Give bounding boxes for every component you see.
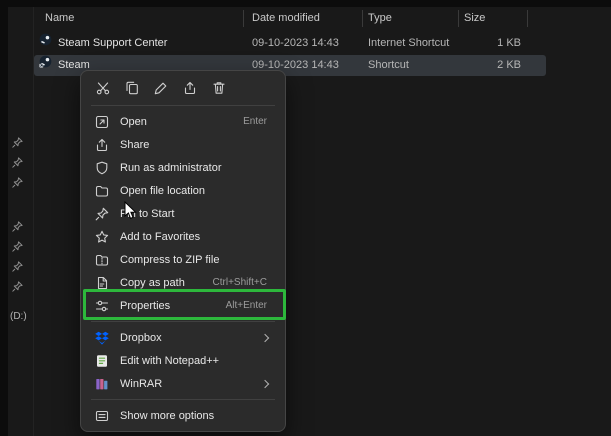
menu-item-open-file-location[interactable]: Open file location bbox=[81, 179, 285, 202]
notepad-plus-plus-icon bbox=[94, 353, 110, 369]
column-header-row: Name Date modified Type Size bbox=[34, 8, 611, 29]
column-header-name[interactable]: Name bbox=[45, 8, 74, 29]
document-path-icon bbox=[94, 275, 110, 291]
context-menu-quick-actions bbox=[81, 75, 285, 101]
menu-item-shortcut: Ctrl+Shift+C bbox=[213, 277, 267, 288]
column-separator[interactable] bbox=[527, 10, 528, 27]
menu-item-label: Dropbox bbox=[120, 332, 162, 344]
sidebar-drive-label[interactable]: (D:) bbox=[10, 311, 27, 322]
column-separator[interactable] bbox=[243, 10, 244, 27]
menu-item-dropbox[interactable]: Dropbox bbox=[81, 326, 285, 349]
sidebar-pin-icon[interactable] bbox=[11, 156, 24, 169]
menu-item-show-more-options[interactable]: Show more options bbox=[81, 404, 285, 427]
menu-item-label: Copy as path bbox=[120, 277, 185, 289]
more-options-icon bbox=[94, 408, 110, 424]
copy-icon[interactable] bbox=[124, 80, 140, 96]
zip-folder-icon bbox=[94, 252, 110, 268]
menu-item-label: Add to Favorites bbox=[120, 231, 200, 243]
menu-separator bbox=[91, 105, 275, 106]
sliders-icon bbox=[94, 298, 110, 314]
menu-item-compress-to-zip[interactable]: Compress to ZIP file bbox=[81, 248, 285, 271]
menu-item-shortcut: Alt+Enter bbox=[226, 300, 267, 311]
window-left-edge bbox=[0, 0, 8, 436]
menu-item-label: Properties bbox=[120, 300, 170, 312]
submenu-chevron-icon bbox=[261, 333, 269, 341]
menu-item-label: Open bbox=[120, 116, 147, 128]
submenu-chevron-icon bbox=[261, 379, 269, 387]
sidebar-pin-icon[interactable] bbox=[11, 240, 24, 253]
cut-icon[interactable] bbox=[95, 80, 111, 96]
menu-item-label: Show more options bbox=[120, 410, 214, 422]
menu-item-run-as-administrator[interactable]: Run as administrator bbox=[81, 156, 285, 179]
menu-item-label: Pin to Start bbox=[120, 208, 174, 220]
steam-file-icon bbox=[39, 33, 52, 46]
column-separator[interactable] bbox=[458, 10, 459, 27]
menu-separator bbox=[91, 321, 275, 322]
column-header-type[interactable]: Type bbox=[368, 8, 392, 29]
share-icon[interactable] bbox=[182, 80, 198, 96]
context-menu: Open Enter Share Run as administrator Op… bbox=[80, 70, 286, 432]
rename-icon[interactable] bbox=[153, 80, 169, 96]
shield-icon bbox=[94, 160, 110, 176]
sidebar-pin-icon[interactable] bbox=[11, 220, 24, 233]
delete-icon[interactable] bbox=[211, 80, 227, 96]
menu-item-pin-to-start[interactable]: Pin to Start bbox=[81, 202, 285, 225]
dropbox-icon bbox=[94, 330, 110, 346]
column-header-date-modified[interactable]: Date modified bbox=[252, 8, 320, 29]
file-type: Shortcut bbox=[368, 55, 409, 76]
column-separator[interactable] bbox=[362, 10, 363, 27]
menu-separator bbox=[91, 399, 275, 400]
menu-item-label: Compress to ZIP file bbox=[120, 254, 219, 266]
file-type: Internet Shortcut bbox=[368, 33, 449, 54]
sidebar-pin-icon[interactable] bbox=[11, 260, 24, 273]
folder-icon bbox=[94, 183, 110, 199]
pin-icon bbox=[94, 206, 110, 222]
menu-item-label: WinRAR bbox=[120, 378, 162, 390]
star-icon bbox=[94, 229, 110, 245]
menu-item-share[interactable]: Share bbox=[81, 133, 285, 156]
window-top-edge bbox=[0, 0, 611, 7]
menu-item-copy-as-path[interactable]: Copy as path Ctrl+Shift+C bbox=[81, 271, 285, 294]
steam-shortcut-icon bbox=[39, 55, 52, 68]
menu-item-label: Edit with Notepad++ bbox=[120, 355, 219, 367]
file-date-modified: 09-10-2023 14:43 bbox=[252, 33, 339, 54]
file-size: 1 KB bbox=[444, 33, 521, 54]
menu-item-shortcut: Enter bbox=[243, 116, 267, 127]
menu-item-label: Share bbox=[120, 139, 149, 151]
menu-item-label: Run as administrator bbox=[120, 162, 222, 174]
column-header-size[interactable]: Size bbox=[464, 8, 485, 29]
menu-item-label: Open file location bbox=[120, 185, 205, 197]
share-icon bbox=[94, 137, 110, 153]
sidebar-pin-icon[interactable] bbox=[11, 280, 24, 293]
menu-item-open[interactable]: Open Enter bbox=[81, 110, 285, 133]
sidebar-pin-icon[interactable] bbox=[11, 136, 24, 149]
winrar-books-icon bbox=[94, 376, 110, 392]
file-row-steam-support-center[interactable]: Steam Support Center 09-10-2023 14:43 In… bbox=[34, 33, 546, 54]
menu-item-properties[interactable]: Properties Alt+Enter bbox=[81, 294, 285, 317]
file-name: Steam Support Center bbox=[58, 33, 167, 54]
menu-item-winrar[interactable]: WinRAR bbox=[81, 372, 285, 395]
menu-item-add-to-favorites[interactable]: Add to Favorites bbox=[81, 225, 285, 248]
menu-item-edit-with-notepadpp[interactable]: Edit with Notepad++ bbox=[81, 349, 285, 372]
sidebar-pin-icon[interactable] bbox=[11, 176, 24, 189]
open-icon bbox=[94, 114, 110, 130]
file-size: 2 KB bbox=[444, 55, 521, 76]
